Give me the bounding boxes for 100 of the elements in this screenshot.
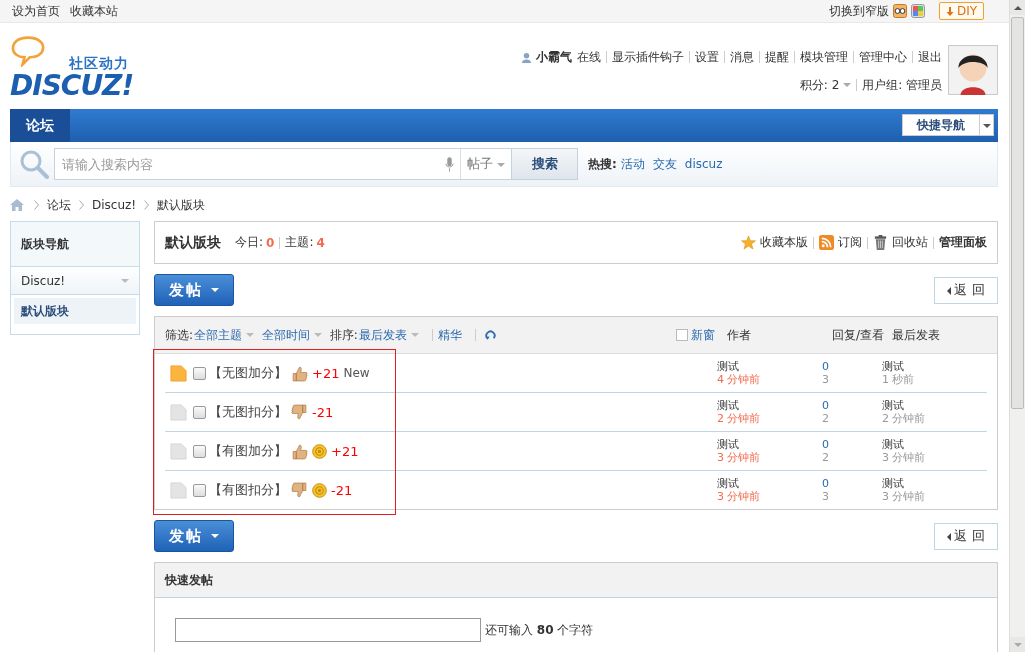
filter-dropdown[interactable]: 全部时间 [261, 326, 322, 344]
microphone-icon[interactable] [444, 156, 454, 172]
scroll-thumb[interactable] [1011, 17, 1024, 409]
last-poster-link[interactable]: 测试 [882, 438, 987, 451]
home-icon[interactable] [10, 199, 24, 211]
sort-label: 排序: [329, 326, 358, 344]
speech-bubble-icon [10, 35, 46, 67]
chevron-icon [34, 200, 39, 210]
user-group-link[interactable]: 用户组: 管理员 [862, 76, 942, 94]
width-switch-link[interactable]: 切换到窄版 [828, 2, 889, 20]
thread-checkbox[interactable] [193, 444, 206, 458]
new-post-button[interactable]: 发帖 [154, 520, 234, 552]
today-label: 今日: [235, 234, 264, 251]
post-time: 2 分钟前 [717, 412, 762, 425]
topics-label: 主题: [285, 234, 314, 251]
scroll-down-button[interactable] [1010, 637, 1025, 652]
search-field[interactable]: 请输入搜索内容 帖子 搜索 [54, 148, 578, 180]
thread-title-link[interactable]: 【无图加分】 [209, 364, 287, 382]
back-button[interactable]: 返 回 [934, 276, 998, 304]
back-button[interactable]: 返 回 [934, 522, 998, 550]
author-link[interactable]: 测试 [717, 399, 822, 412]
search-icon [19, 149, 49, 179]
scroll-up-button[interactable] [1010, 0, 1025, 15]
nav-tab[interactable]: 论坛 [10, 109, 70, 142]
post-time: 4 分钟前 [717, 373, 762, 386]
top-link[interactable]: 设为首页 [12, 2, 60, 20]
reply-count[interactable]: 0 [822, 477, 882, 490]
sidebar-item[interactable]: 默认版块 [14, 298, 136, 324]
chevron-icon [144, 200, 150, 210]
top-link[interactable]: 收藏本站 [70, 2, 118, 20]
recycle-bin-link[interactable]: 回收站 [892, 234, 928, 251]
user-menu-link[interactable]: 设置 [695, 48, 719, 66]
last-poster-link[interactable]: 测试 [882, 360, 987, 373]
color-palette-icon[interactable] [910, 4, 925, 18]
score-text: +21 [312, 365, 340, 381]
score-text: -21 [331, 482, 353, 498]
user-menu-link[interactable]: 显示插件钩子 [612, 48, 684, 66]
quick-nav-button[interactable]: 快捷导航 [902, 114, 980, 136]
view-count: 3 [822, 490, 830, 503]
thread-checkbox[interactable] [193, 366, 206, 380]
user-menu-link[interactable]: 退出 [918, 48, 942, 66]
thread-title-link[interactable]: 【有图加分】 [209, 442, 287, 460]
new-post-button[interactable]: 发帖 [154, 274, 234, 306]
glasses-icon[interactable] [892, 4, 907, 18]
user-menu-link[interactable]: 提醒 [765, 48, 789, 66]
user-icon [521, 51, 532, 63]
logo[interactable]: 社区动力 DISCUZ! [10, 23, 150, 103]
thread-title-link[interactable]: 【无图扣分】 [209, 403, 287, 421]
sidebar-title: 版块导航 [11, 222, 139, 267]
new-label: New [343, 366, 370, 380]
thumbs-down-icon [291, 403, 308, 421]
hot-search-link[interactable]: 交友 [652, 155, 677, 173]
author-link[interactable]: 测试 [717, 438, 822, 451]
thread-checkbox[interactable] [193, 483, 206, 497]
thread-checkbox[interactable] [193, 405, 206, 419]
subscribe-link[interactable]: 订阅 [838, 234, 862, 251]
star-icon[interactable] [741, 235, 756, 250]
admin-panel-link[interactable]: 管理面板 [939, 234, 987, 251]
sidebar-group-label: Discuz! [21, 273, 66, 288]
new-window-checkbox[interactable] [676, 329, 688, 341]
reply-count[interactable]: 0 [822, 360, 882, 373]
hot-search-link[interactable]: 活动 [620, 155, 645, 173]
avatar[interactable] [948, 45, 998, 95]
new-window-label[interactable]: 新窗 [691, 326, 715, 344]
favorite-link[interactable]: 收藏本版 [760, 234, 808, 251]
last-poster-link[interactable]: 测试 [882, 399, 987, 412]
digest-link[interactable]: 精华 [437, 326, 462, 344]
last-post-time: 3 分钟前 [882, 451, 927, 464]
user-menu-link[interactable]: 模块管理 [800, 48, 848, 66]
last-post-time: 2 分钟前 [882, 412, 927, 425]
online-status: 在线 [577, 48, 601, 66]
user-menu-link[interactable]: 消息 [730, 48, 754, 66]
thumbs-up-icon [291, 442, 308, 460]
trash-icon[interactable] [873, 235, 888, 250]
breadcrumb-link[interactable]: 默认版块 [157, 196, 206, 214]
author-link[interactable]: 测试 [717, 360, 822, 373]
scrollbar[interactable] [1009, 0, 1025, 652]
breadcrumb-link[interactable]: 论坛 [47, 196, 71, 214]
filter-dropdown[interactable]: 全部主题 [194, 326, 254, 344]
breadcrumb-link[interactable]: Discuz! [92, 198, 137, 212]
reply-count[interactable]: 0 [822, 399, 882, 412]
last-poster-link[interactable]: 测试 [882, 477, 987, 490]
view-count: 2 [822, 412, 830, 425]
sort-dropdown[interactable]: 最后发表 [358, 326, 419, 344]
user-menu-link[interactable]: 管理中心 [859, 48, 907, 66]
points-link[interactable]: 积分: 2 [799, 76, 852, 94]
username-link[interactable]: 小霸气 [536, 48, 572, 66]
reply-count[interactable]: 0 [822, 438, 882, 451]
rss-icon[interactable] [819, 235, 834, 250]
down-arrow-icon [945, 7, 954, 16]
subject-field[interactable] [175, 618, 481, 642]
hot-search-link[interactable]: discuz [684, 157, 723, 171]
score-text: +21 [331, 443, 359, 459]
chevron-icon [79, 200, 84, 210]
thread-title-link[interactable]: 【有图扣分】 [209, 481, 287, 499]
author-link[interactable]: 测试 [717, 477, 822, 490]
search-button[interactable]: 搜索 [511, 149, 577, 179]
filter-label: 筛选: [165, 326, 194, 344]
refresh-icon[interactable] [484, 329, 496, 341]
quick-nav-dropdown[interactable] [980, 114, 994, 136]
